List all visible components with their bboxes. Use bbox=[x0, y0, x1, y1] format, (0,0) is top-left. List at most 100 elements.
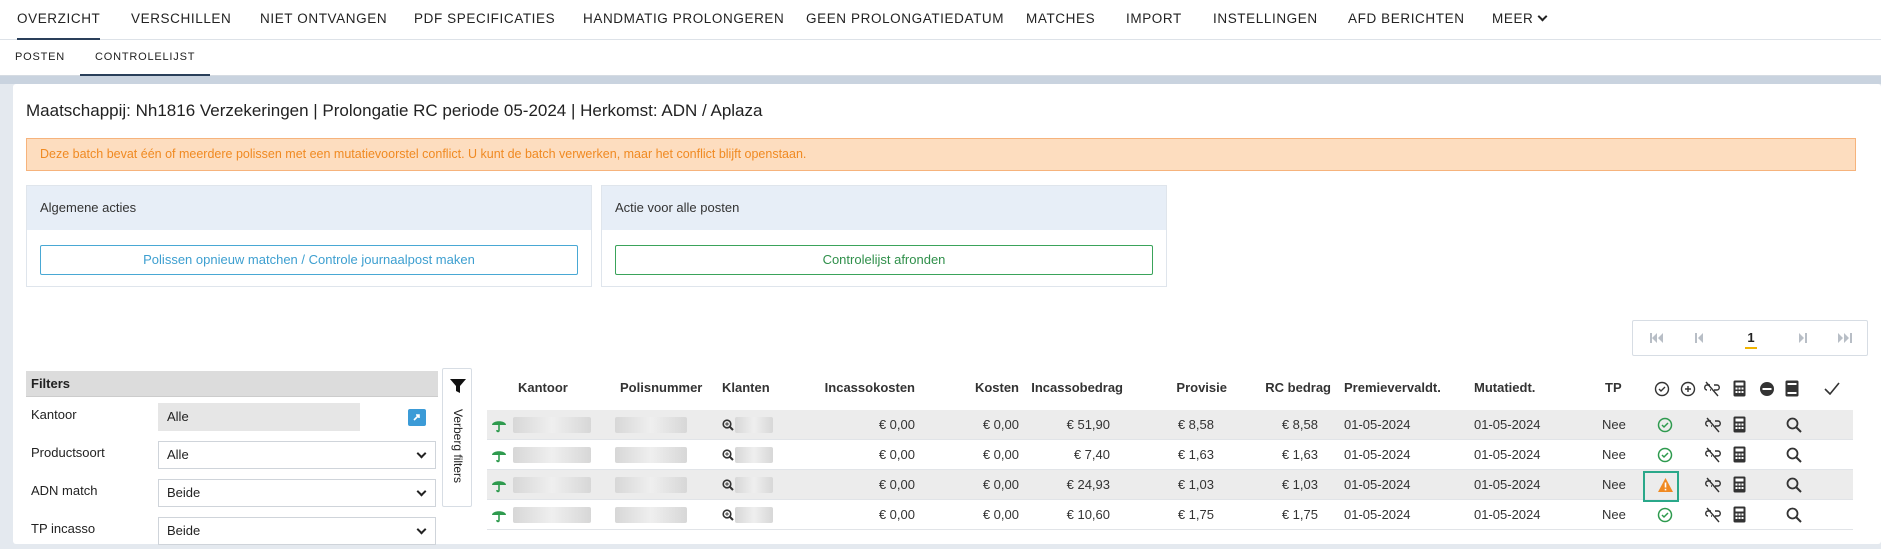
search-icon[interactable] bbox=[1786, 507, 1802, 523]
sub-navigation: POSTEN CONTROLELIJST bbox=[0, 40, 1881, 76]
previous-page-icon[interactable] bbox=[1679, 321, 1719, 355]
search-icon[interactable] bbox=[1786, 477, 1802, 493]
col-incassokosten[interactable]: Incassokosten bbox=[800, 380, 915, 395]
col-tp[interactable]: TP bbox=[1605, 380, 1622, 395]
filter-kantoor-value[interactable]: Alle bbox=[158, 403, 360, 431]
klanten-redacted bbox=[735, 447, 773, 463]
filter-tp-incasso-select[interactable]: Beide bbox=[158, 517, 436, 545]
check-circle-icon[interactable] bbox=[1654, 381, 1670, 397]
conflict-alert: Deze batch bevat één of meerdere polisse… bbox=[26, 138, 1856, 171]
plus-circle-icon[interactable] bbox=[1680, 381, 1696, 397]
filters-panel: Filters Kantoor Alle Productsoort Alle A… bbox=[26, 371, 438, 545]
tab-niet-ontvangen[interactable]: NIET ONTVANGEN bbox=[260, 0, 387, 40]
filter-kantoor-label: Kantoor bbox=[31, 407, 77, 422]
last-page-icon[interactable] bbox=[1825, 321, 1865, 355]
col-rc-bedrag[interactable]: RC bedrag bbox=[1240, 380, 1331, 395]
col-kosten[interactable]: Kosten bbox=[940, 380, 1019, 395]
tab-afd-berichten[interactable]: AFD BERICHTEN bbox=[1348, 0, 1465, 40]
zoom-in-icon[interactable] bbox=[722, 509, 734, 521]
zoom-in-icon[interactable] bbox=[722, 449, 734, 461]
col-kantoor[interactable]: Kantoor bbox=[518, 380, 568, 395]
chevron-down-icon bbox=[416, 448, 427, 459]
filter-adn-match-value: Beide bbox=[167, 485, 201, 500]
tab-handmatig-prolongeren[interactable]: HANDMATIG PROLONGEREN bbox=[583, 0, 784, 40]
incassokosten-cell: € 0,00 bbox=[878, 477, 915, 492]
mutatiedt-cell: 01-05-2024 bbox=[1474, 447, 1541, 462]
check-circle-icon[interactable] bbox=[1657, 447, 1673, 463]
filter-productsoort-label: Productsoort bbox=[31, 445, 105, 460]
table-row[interactable]: € 0,00 € 0,00 € 10,60 € 1,75 € 1,75 01-05-202… bbox=[487, 500, 1853, 530]
page-divider bbox=[0, 76, 1881, 84]
premievervaldt-cell: 01-05-2024 bbox=[1344, 447, 1411, 462]
calculator-icon[interactable] bbox=[1733, 380, 1746, 397]
incassokosten-cell: € 0,00 bbox=[878, 447, 915, 462]
filter-adn-match-select[interactable]: Beide bbox=[158, 479, 436, 507]
tab-meer[interactable]: MEER bbox=[1492, 0, 1548, 40]
col-premievervaldt[interactable]: Premievervaldt. bbox=[1344, 380, 1441, 395]
search-icon[interactable] bbox=[1786, 417, 1802, 433]
premievervaldt-cell: 01-05-2024 bbox=[1344, 417, 1411, 432]
kosten-cell: € 0,00 bbox=[982, 507, 1019, 522]
rematch-policies-button[interactable]: Polissen opnieuw matchen / Controle jour… bbox=[40, 245, 578, 275]
klanten-redacted bbox=[735, 507, 773, 523]
first-page-icon[interactable] bbox=[1637, 321, 1677, 355]
subtab-posten[interactable]: POSTEN bbox=[15, 40, 65, 76]
filter-productsoort: Productsoort Alle bbox=[26, 439, 438, 473]
next-page-icon[interactable] bbox=[1783, 321, 1823, 355]
tab-overzicht[interactable]: OVERZICHT bbox=[17, 0, 101, 40]
search-icon[interactable] bbox=[1786, 447, 1802, 463]
finish-checklist-button[interactable]: Controlelijst afronden bbox=[615, 245, 1153, 275]
chevron-down-icon bbox=[416, 524, 427, 535]
calculator-icon[interactable] bbox=[1733, 476, 1746, 493]
umbrella-icon bbox=[492, 451, 506, 463]
col-incassobedrag[interactable]: Incassobedrag bbox=[1020, 380, 1123, 395]
col-mutatiedt[interactable]: Mutatiedt. bbox=[1474, 380, 1535, 395]
check-circle-icon[interactable] bbox=[1657, 507, 1673, 523]
general-actions-title: Algemene acties bbox=[27, 186, 591, 230]
col-polisnummer[interactable]: Polisnummer bbox=[620, 380, 702, 395]
tp-cell: Nee bbox=[1602, 417, 1626, 432]
unlink-icon[interactable] bbox=[1704, 507, 1722, 523]
hide-filters-toggle[interactable]: Verberg filters bbox=[442, 368, 472, 507]
table-row[interactable]: € 0,00 € 0,00 € 51,90 € 8,58 € 8,58 01-05-202… bbox=[487, 410, 1853, 440]
open-selection-icon[interactable] bbox=[408, 409, 426, 426]
polisnummer-redacted bbox=[615, 447, 687, 463]
tp-cell: Nee bbox=[1602, 507, 1626, 522]
umbrella-icon bbox=[492, 421, 506, 433]
tab-instellingen[interactable]: INSTELLINGEN bbox=[1213, 0, 1318, 40]
tab-verschillen[interactable]: VERSCHILLEN bbox=[131, 0, 231, 40]
col-provisie[interactable]: Provisie bbox=[1150, 380, 1227, 395]
pagination: 1 bbox=[1632, 320, 1868, 356]
tab-matches[interactable]: MATCHES bbox=[1026, 0, 1095, 40]
filter-productsoort-select[interactable]: Alle bbox=[158, 441, 436, 469]
premievervaldt-cell: 01-05-2024 bbox=[1344, 477, 1411, 492]
chevron-down-icon bbox=[1537, 11, 1548, 22]
zoom-in-icon[interactable] bbox=[722, 479, 734, 491]
all-items-actions-panel: Actie voor alle posten Controlelijst afr… bbox=[601, 185, 1167, 287]
klanten-redacted bbox=[735, 477, 773, 493]
calculator-icon[interactable] bbox=[1733, 446, 1746, 463]
zoom-in-icon[interactable] bbox=[722, 419, 734, 431]
current-page[interactable]: 1 bbox=[1731, 321, 1771, 355]
filter-tp-incasso: TP incasso Beide bbox=[26, 515, 438, 549]
chevron-down-icon bbox=[416, 486, 427, 497]
calculator-icon[interactable] bbox=[1733, 416, 1746, 433]
calculator-icon[interactable] bbox=[1733, 506, 1746, 523]
rc-bedrag-cell: € 1,63 bbox=[1281, 447, 1318, 462]
subtab-controlelijst[interactable]: CONTROLELIJST bbox=[80, 40, 210, 76]
checkmark-icon[interactable] bbox=[1824, 382, 1840, 395]
tab-pdf-specificaties[interactable]: PDF SPECIFICATIES bbox=[414, 0, 555, 40]
unlink-icon[interactable] bbox=[1703, 381, 1721, 397]
unlink-icon[interactable] bbox=[1704, 417, 1722, 433]
check-circle-icon[interactable] bbox=[1657, 417, 1673, 433]
table-row[interactable]: € 0,00 € 0,00 € 7,40 € 1,63 € 1,63 01-05-2024… bbox=[487, 440, 1853, 470]
minus-circle-icon[interactable] bbox=[1759, 381, 1775, 397]
all-items-actions-title: Actie voor alle posten bbox=[602, 186, 1166, 230]
conflict-highlight bbox=[1643, 471, 1679, 502]
unlink-icon[interactable] bbox=[1704, 477, 1722, 493]
book-icon[interactable] bbox=[1785, 380, 1799, 397]
tab-geen-prolongatiedatum[interactable]: GEEN PROLONGATIEDATUM bbox=[806, 0, 1004, 40]
tab-import[interactable]: IMPORT bbox=[1126, 0, 1182, 40]
unlink-icon[interactable] bbox=[1704, 447, 1722, 463]
col-klanten[interactable]: Klanten bbox=[722, 380, 770, 395]
